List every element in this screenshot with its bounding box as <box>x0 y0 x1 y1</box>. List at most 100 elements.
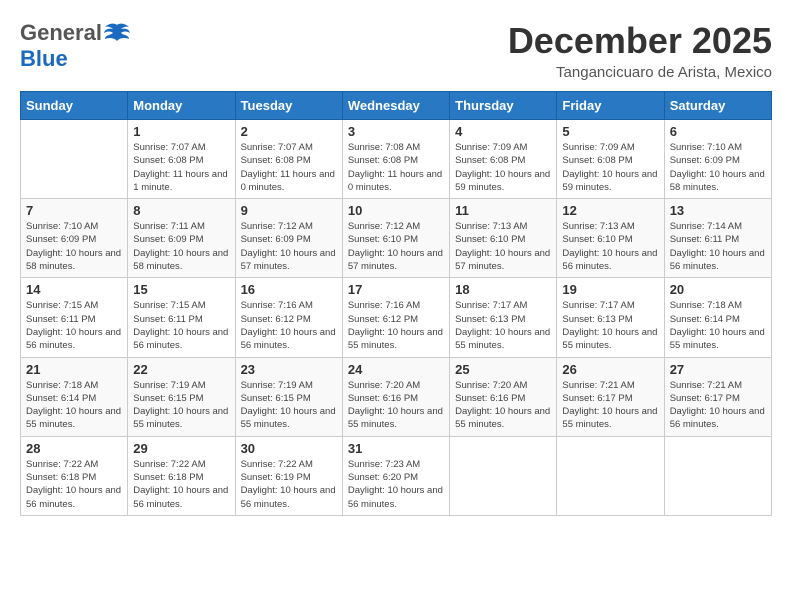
day-info: Sunrise: 7:20 AMSunset: 6:16 PMDaylight:… <box>348 379 444 432</box>
day-info: Sunrise: 7:09 AMSunset: 6:08 PMDaylight:… <box>562 141 658 194</box>
calendar-cell: 14 Sunrise: 7:15 AMSunset: 6:11 PMDayligh… <box>21 278 128 357</box>
day-number: 31 <box>348 441 444 456</box>
day-number: 18 <box>455 282 551 297</box>
day-info: Sunrise: 7:22 AMSunset: 6:18 PMDaylight:… <box>133 458 229 511</box>
logo-blue: Blue <box>20 46 68 71</box>
day-number: 26 <box>562 362 658 377</box>
day-number: 23 <box>241 362 337 377</box>
calendar-cell: 20 Sunrise: 7:18 AMSunset: 6:14 PMDayligh… <box>664 278 771 357</box>
day-number: 28 <box>26 441 122 456</box>
calendar-cell: 6 Sunrise: 7:10 AMSunset: 6:09 PMDaylight… <box>664 120 771 199</box>
day-info: Sunrise: 7:13 AMSunset: 6:10 PMDaylight:… <box>562 220 658 273</box>
day-info: Sunrise: 7:22 AMSunset: 6:19 PMDaylight:… <box>241 458 337 511</box>
day-number: 25 <box>455 362 551 377</box>
col-header-friday: Friday <box>557 92 664 120</box>
col-header-sunday: Sunday <box>21 92 128 120</box>
calendar-cell: 1 Sunrise: 7:07 AMSunset: 6:08 PMDaylight… <box>128 120 235 199</box>
calendar-cell: 21 Sunrise: 7:18 AMSunset: 6:14 PMDayligh… <box>21 357 128 436</box>
calendar-cell: 12 Sunrise: 7:13 AMSunset: 6:10 PMDayligh… <box>557 199 664 278</box>
day-info: Sunrise: 7:15 AMSunset: 6:11 PMDaylight:… <box>133 299 229 352</box>
day-number: 12 <box>562 203 658 218</box>
calendar-week-row: 1 Sunrise: 7:07 AMSunset: 6:08 PMDaylight… <box>21 120 772 199</box>
calendar-cell: 28Sunrise: 7:22 AMSunset: 6:18 PMDayligh… <box>21 436 128 515</box>
col-header-tuesday: Tuesday <box>235 92 342 120</box>
logo-bird-icon <box>103 23 131 43</box>
day-info: Sunrise: 7:23 AMSunset: 6:20 PMDaylight:… <box>348 458 444 511</box>
calendar-cell: 29 Sunrise: 7:22 AMSunset: 6:18 PMDayligh… <box>128 436 235 515</box>
calendar-cell: 26 Sunrise: 7:21 AMSunset: 6:17 PMDayligh… <box>557 357 664 436</box>
day-info: Sunrise: 7:16 AMSunset: 6:12 PMDaylight:… <box>241 299 337 352</box>
calendar-cell: 5 Sunrise: 7:09 AMSunset: 6:08 PMDaylight… <box>557 120 664 199</box>
day-info: Sunrise: 7:19 AMSunset: 6:15 PMDaylight:… <box>241 379 337 432</box>
col-header-thursday: Thursday <box>450 92 557 120</box>
calendar-cell <box>664 436 771 515</box>
page-header: General Blue December 2025 Tangancicuaro… <box>20 20 772 81</box>
calendar-cell: 7 Sunrise: 7:10 AMSunset: 6:09 PMDaylight… <box>21 199 128 278</box>
title-block: December 2025 Tangancicuaro de Arista, M… <box>508 20 772 81</box>
col-header-monday: Monday <box>128 92 235 120</box>
calendar-header-row: SundayMondayTuesdayWednesdayThursdayFrid… <box>21 92 772 120</box>
day-number: 5 <box>562 124 658 139</box>
day-number: 27 <box>670 362 766 377</box>
day-info: Sunrise: 7:21 AMSunset: 6:17 PMDaylight:… <box>562 379 658 432</box>
day-number: 19 <box>562 282 658 297</box>
day-info: Sunrise: 7:10 AMSunset: 6:09 PMDaylight:… <box>26 220 122 273</box>
day-info: Sunrise: 7:18 AMSunset: 6:14 PMDaylight:… <box>670 299 766 352</box>
calendar-week-row: 28 Sunrise: 7:22 AMSunset: 6:18 PMDayligh… <box>21 436 772 515</box>
day-info: Sunrise: 7:11 AMSunset: 6:09 PMDaylight:… <box>133 220 229 273</box>
day-info: Sunrise: 7:21 AMSunset: 6:17 PMDaylight:… <box>670 379 766 432</box>
day-number: 15 <box>133 282 229 297</box>
calendar-cell: 11Sunrise: 7:13 AMSunset: 6:10 PMDayligh… <box>450 199 557 278</box>
calendar-cell <box>450 436 557 515</box>
day-info: Sunrise: 7:07 AMSunset: 6:08 PMDaylight:… <box>133 141 229 194</box>
month-title: December 2025 <box>508 20 772 62</box>
day-info: Sunrise: 7:12 AMSunset: 6:09 PMDaylight:… <box>241 220 337 273</box>
day-number: 20 <box>670 282 766 297</box>
calendar-cell: 31 Sunrise: 7:23 AMSunset: 6:20 PMDayligh… <box>342 436 449 515</box>
calendar-cell: 17 Sunrise: 7:16 AMSunset: 6:12 PMDayligh… <box>342 278 449 357</box>
col-header-wednesday: Wednesday <box>342 92 449 120</box>
day-number: 9 <box>241 203 337 218</box>
calendar-cell: 23 Sunrise: 7:19 AMSunset: 6:15 PMDayligh… <box>235 357 342 436</box>
day-number: 30 <box>241 441 337 456</box>
calendar-cell: 8Sunrise: 7:11 AMSunset: 6:09 PMDaylight… <box>128 199 235 278</box>
day-number: 16 <box>241 282 337 297</box>
day-number: 7 <box>26 203 122 218</box>
day-number: 29 <box>133 441 229 456</box>
day-number: 1 <box>133 124 229 139</box>
day-info: Sunrise: 7:10 AMSunset: 6:09 PMDaylight:… <box>670 141 766 194</box>
day-number: 17 <box>348 282 444 297</box>
day-number: 4 <box>455 124 551 139</box>
calendar-cell: 19Sunrise: 7:17 AMSunset: 6:13 PMDayligh… <box>557 278 664 357</box>
calendar-cell: 16 Sunrise: 7:16 AMSunset: 6:12 PMDayligh… <box>235 278 342 357</box>
day-info: Sunrise: 7:15 AMSunset: 6:11 PMDaylight:… <box>26 299 122 352</box>
calendar-cell: 4 Sunrise: 7:09 AMSunset: 6:08 PMDaylight… <box>450 120 557 199</box>
logo-general: General <box>20 20 102 46</box>
location: Tangancicuaro de Arista, Mexico <box>508 64 772 81</box>
day-number: 24 <box>348 362 444 377</box>
calendar-cell: 13Sunrise: 7:14 AMSunset: 6:11 PMDayligh… <box>664 199 771 278</box>
day-number: 10 <box>348 203 444 218</box>
calendar-cell: 9 Sunrise: 7:12 AMSunset: 6:09 PMDaylight… <box>235 199 342 278</box>
day-info: Sunrise: 7:17 AMSunset: 6:13 PMDaylight:… <box>455 299 551 352</box>
day-number: 22 <box>133 362 229 377</box>
day-info: Sunrise: 7:09 AMSunset: 6:08 PMDaylight:… <box>455 141 551 194</box>
calendar-table: SundayMondayTuesdayWednesdayThursdayFrid… <box>20 91 772 516</box>
day-number: 13 <box>670 203 766 218</box>
day-number: 3 <box>348 124 444 139</box>
calendar-cell: 22 Sunrise: 7:19 AMSunset: 6:15 PMDayligh… <box>128 357 235 436</box>
day-number: 6 <box>670 124 766 139</box>
col-header-saturday: Saturday <box>664 92 771 120</box>
day-number: 11 <box>455 203 551 218</box>
day-info: Sunrise: 7:19 AMSunset: 6:15 PMDaylight:… <box>133 379 229 432</box>
calendar-cell: 3Sunrise: 7:08 AMSunset: 6:08 PMDaylight… <box>342 120 449 199</box>
day-info: Sunrise: 7:12 AMSunset: 6:10 PMDaylight:… <box>348 220 444 273</box>
calendar-cell: 24 Sunrise: 7:20 AMSunset: 6:16 PMDayligh… <box>342 357 449 436</box>
calendar-cell <box>21 120 128 199</box>
day-info: Sunrise: 7:20 AMSunset: 6:16 PMDaylight:… <box>455 379 551 432</box>
day-info: Sunrise: 7:18 AMSunset: 6:14 PMDaylight:… <box>26 379 122 432</box>
day-number: 2 <box>241 124 337 139</box>
day-number: 14 <box>26 282 122 297</box>
day-info: Sunrise: 7:16 AMSunset: 6:12 PMDaylight:… <box>348 299 444 352</box>
day-number: 21 <box>26 362 122 377</box>
